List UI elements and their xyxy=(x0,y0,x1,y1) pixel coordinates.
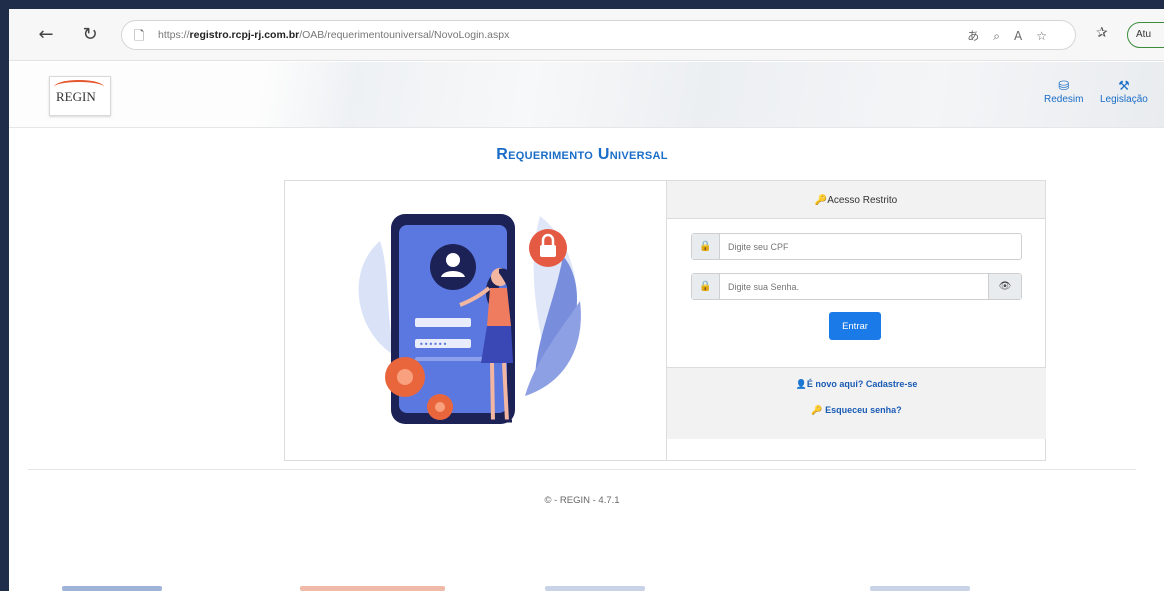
register-link-text: É novo aqui? Cadastre-se xyxy=(806,379,918,389)
gavel-icon: ⚒ xyxy=(1118,79,1130,94)
profile-label: Atu xyxy=(1136,29,1152,40)
favorites-icon[interactable]: ✰ xyxy=(1096,25,1108,41)
svg-text:••••••: •••••• xyxy=(419,340,447,349)
logo-text: REGIN xyxy=(56,89,96,104)
address-bar[interactable]: 🗋 https://registro.rcpj-rj.com.br/OAB/re… xyxy=(121,20,1076,50)
register-link[interactable]: 👤É novo aqui? Cadastre-se xyxy=(667,379,1046,390)
profile-button[interactable]: Atu xyxy=(1127,22,1164,48)
redesim-link[interactable]: ⛁ Redesim xyxy=(1044,79,1084,106)
login-illustration: •••••• xyxy=(358,214,581,424)
password-field: 🔒 👁 xyxy=(691,273,1022,300)
login-card: •••••• 🔑Acesso Restrito 🔒 🔒 👁 xyxy=(284,180,1046,461)
url-text[interactable]: https://registro.rcpj-rj.com.br/OAB/requ… xyxy=(158,29,509,41)
footer-divider xyxy=(28,469,1136,470)
address-bar-tools[interactable]: あ⌕A☆ xyxy=(967,27,1061,44)
cpf-input[interactable] xyxy=(728,238,968,255)
panel-heading: 🔑Acesso Restrito xyxy=(667,181,1045,219)
legislacao-label: Legislação xyxy=(1100,94,1148,105)
key-icon: 🔑 xyxy=(814,195,828,206)
bottom-strip xyxy=(870,586,970,591)
read-aloud-icon[interactable]: A xyxy=(1014,29,1036,43)
forgot-password-link[interactable]: 🔑 Esqueceu senha? xyxy=(667,405,1046,416)
eye-slash-icon[interactable]: 👁 xyxy=(988,274,1021,299)
bottom-strip xyxy=(300,586,445,591)
favorite-icon[interactable]: ☆ xyxy=(1036,29,1061,43)
app-header: REGIN ⛁ Redesim ⚒ Legislação xyxy=(9,62,1164,128)
entrar-button[interactable]: Entrar xyxy=(829,312,881,340)
page-info-icon[interactable]: 🗋 xyxy=(134,27,144,49)
panel-footer: 👤É novo aqui? Cadastre-se 🔑 Esqueceu sen… xyxy=(667,367,1046,439)
back-arrow-icon[interactable]: ← xyxy=(35,24,57,46)
panel-heading-text: Acesso Restrito xyxy=(827,195,898,206)
bottom-strip xyxy=(62,586,162,591)
login-panel: 🔑Acesso Restrito 🔒 🔒 👁 Entrar 👤É novo aq… xyxy=(666,181,1046,460)
user-plus-icon: 👤 xyxy=(795,380,807,390)
reload-icon[interactable]: ↻ xyxy=(79,24,101,46)
regin-logo[interactable]: REGIN xyxy=(49,76,111,116)
forgot-link-text: Esqueceu senha? xyxy=(825,405,902,415)
zoom-icon[interactable]: ⌕ xyxy=(993,29,1014,43)
sitemap-icon: ⛁ xyxy=(1058,79,1070,94)
bottom-strip xyxy=(545,586,645,591)
page-title: Requerimento Universal xyxy=(496,146,668,163)
browser-toolbar: ← ↻ 🗋 https://registro.rcpj-rj.com.br/OA… xyxy=(9,9,1164,61)
key-icon: 🔑 xyxy=(811,406,823,416)
lock-icon: 🔒 xyxy=(692,234,720,259)
cpf-field: 🔒 xyxy=(691,233,1022,260)
password-input[interactable] xyxy=(728,278,968,295)
redesim-label: Redesim xyxy=(1044,94,1084,105)
copyright: © - REGIN - 4.7.1 xyxy=(544,495,620,506)
legislacao-link[interactable]: ⚒ Legislação xyxy=(1100,79,1148,106)
translate-icon[interactable]: あ xyxy=(967,29,993,43)
lock-icon: 🔒 xyxy=(692,274,720,299)
